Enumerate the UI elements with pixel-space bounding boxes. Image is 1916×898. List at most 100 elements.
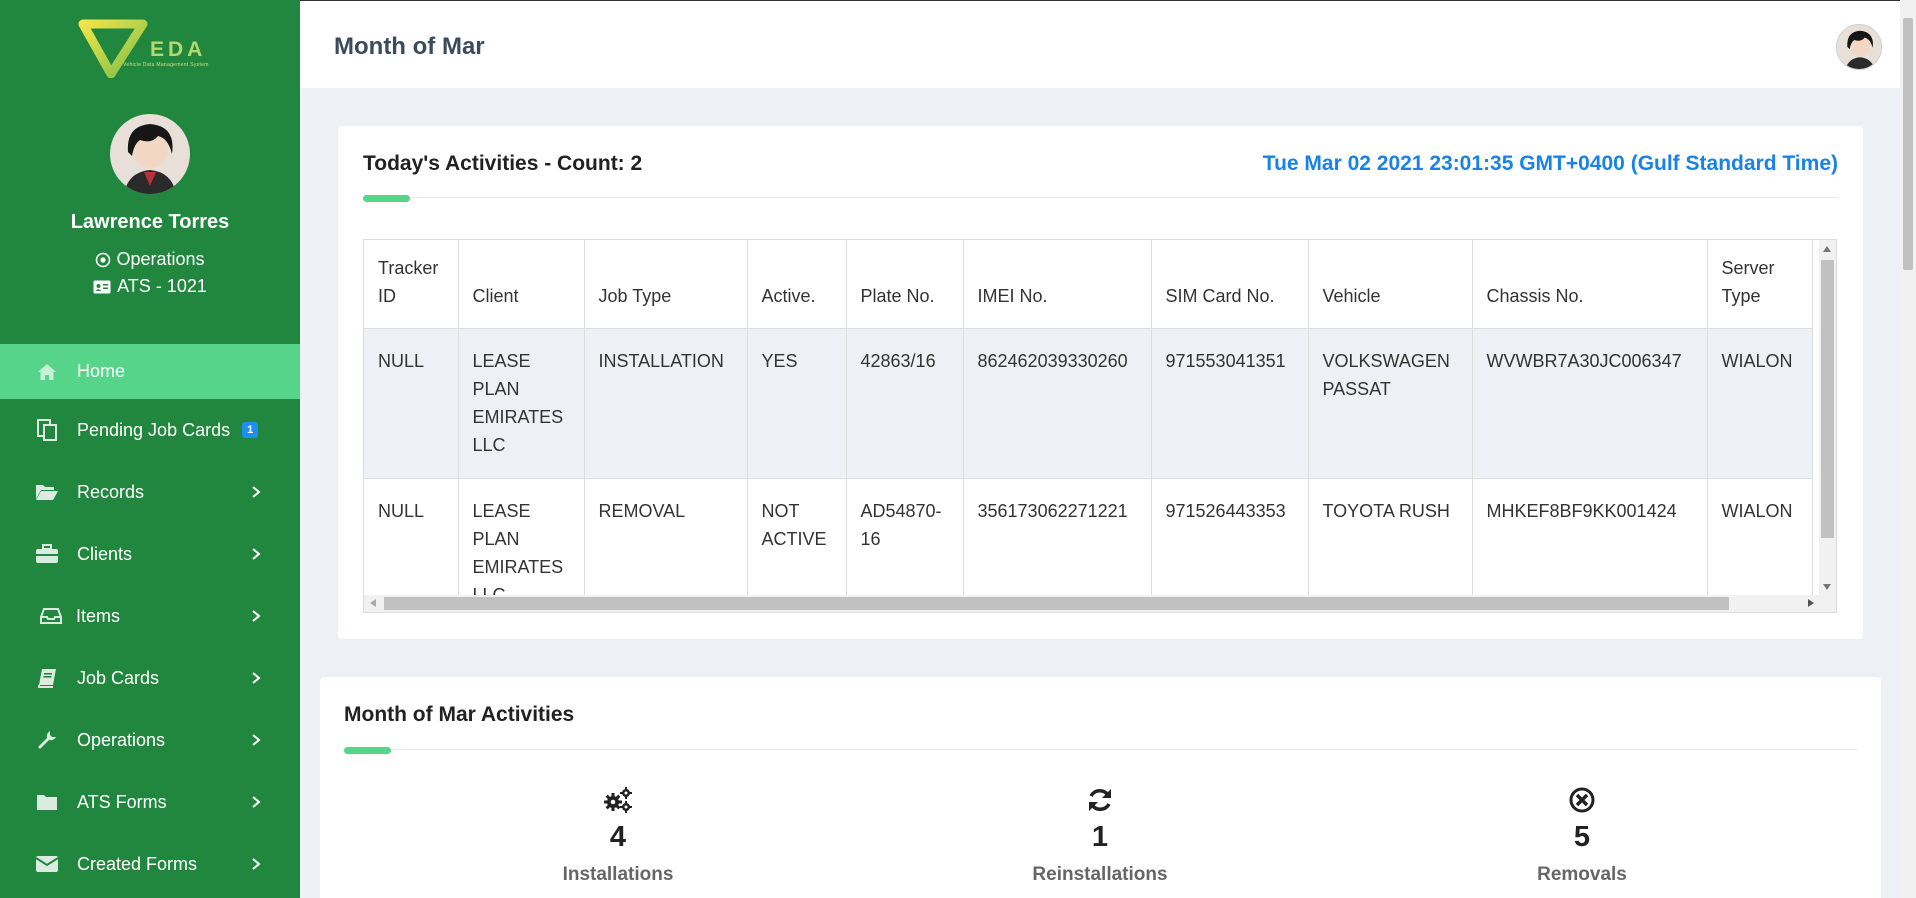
- pending-count-badge: 1: [242, 422, 259, 438]
- sidebar-item-records[interactable]: Records: [0, 461, 300, 523]
- scrollbar-thumb[interactable]: [1903, 18, 1913, 270]
- table-horizontal-scrollbar[interactable]: [364, 595, 1836, 612]
- sidebar-item-operations[interactable]: Operations: [0, 709, 300, 771]
- table-cell: WIALON: [1707, 328, 1813, 479]
- scroll-up-arrow-icon[interactable]: [1823, 246, 1831, 252]
- sidebar-item-label: Records: [77, 481, 145, 502]
- sync-icon: [950, 785, 1250, 815]
- user-id: ATS - 1021: [0, 276, 300, 297]
- chevron-right-icon: [252, 486, 261, 498]
- table-cell: MHKEF8BF9KK001424: [1472, 478, 1708, 612]
- sidebar-item-clients[interactable]: Clients: [0, 523, 300, 585]
- activities-table-container[interactable]: Tracker ID Client Job Type Active. Plate…: [363, 239, 1837, 613]
- user-id-label: ATS - 1021: [117, 276, 207, 296]
- user-profile: Lawrence Torres Operations ATS - 1021: [0, 90, 300, 345]
- column-header[interactable]: SIM Card No.: [1151, 240, 1309, 329]
- table-vertical-scrollbar[interactable]: [1819, 240, 1836, 596]
- sidebar-item-ats-forms[interactable]: ATS Forms: [0, 771, 300, 833]
- column-header[interactable]: Active.: [747, 240, 847, 329]
- table-cell: NULL: [364, 328, 459, 479]
- inbox-icon: [38, 604, 64, 628]
- table-row[interactable]: NULL LEASE PLAN EMIRATES LLC REMOVAL NOT…: [364, 478, 1813, 612]
- user-role-label: Operations: [116, 249, 205, 269]
- sidebar-item-home[interactable]: Home: [0, 344, 300, 399]
- page-scrollbar[interactable]: [1900, 0, 1916, 898]
- removals-label: Removals: [1537, 864, 1627, 885]
- id-card-icon: [93, 280, 111, 293]
- book-icon: [34, 666, 60, 690]
- scrollbar-thumb[interactable]: [384, 597, 1729, 610]
- reinstallations-count: 1: [1091, 821, 1109, 853]
- table-cell: REMOVAL: [584, 478, 748, 612]
- column-header[interactable]: Chassis No.: [1472, 240, 1708, 329]
- month-activities-card: Month of Mar Activities 4 Installations …: [320, 677, 1881, 898]
- activities-table: Tracker ID Client Job Type Active. Plate…: [364, 240, 1813, 612]
- table-cell: LEASE PLAN EMIRATES LLC: [458, 478, 585, 612]
- table-cell: 42863/16: [846, 328, 964, 479]
- column-header[interactable]: Job Type: [584, 240, 748, 329]
- sidebar-item-label: Clients: [77, 543, 133, 564]
- divider: [363, 197, 1838, 198]
- installations-count: 4: [609, 821, 627, 853]
- chevron-right-icon: [252, 548, 261, 560]
- sidebar: EDA Vehicle Data Management System Lawre…: [0, 0, 300, 898]
- chevron-right-icon: [252, 796, 261, 808]
- column-header[interactable]: Client: [458, 240, 585, 329]
- header-avatar[interactable]: [1836, 24, 1882, 70]
- scroll-down-arrow-icon[interactable]: [1823, 584, 1831, 590]
- stat-reinstallations: 1 Reinstallations: [950, 785, 1250, 886]
- scroll-left-arrow-icon[interactable]: [370, 599, 376, 607]
- logo-tagline: Vehicle Data Management System: [123, 62, 209, 68]
- cogs-icon: [468, 785, 768, 815]
- accent-bar: [363, 195, 410, 202]
- sidebar-item-job-cards[interactable]: Job Cards: [0, 647, 300, 709]
- column-header[interactable]: Tracker ID: [364, 240, 459, 329]
- installations-label: Installations: [562, 864, 674, 885]
- table-cell: WVWBR7A30JC006347: [1472, 328, 1708, 479]
- column-header[interactable]: Plate No.: [846, 240, 964, 329]
- scroll-right-arrow-icon[interactable]: [1808, 599, 1814, 607]
- chevron-right-icon: [252, 672, 261, 684]
- sidebar-item-items[interactable]: Items: [0, 585, 300, 647]
- table-cell: AD54870-16: [846, 478, 964, 612]
- removals-count: 5: [1573, 821, 1591, 853]
- chevron-right-icon: [252, 610, 261, 622]
- chevron-right-icon: [252, 858, 261, 870]
- brand-logo[interactable]: EDA Vehicle Data Management System: [0, 0, 300, 90]
- sidebar-item-label: Pending Job Cards: [77, 419, 231, 440]
- sidebar-item-created-forms[interactable]: Created Forms: [0, 833, 300, 895]
- sidebar-nav: Home Pending Job Cards 1 Records Clients: [0, 344, 300, 895]
- table-cell: NOT ACTIVE: [747, 478, 847, 612]
- divider: [344, 749, 1857, 750]
- chevron-right-icon: [252, 734, 261, 746]
- table-cell: WIALON: [1707, 478, 1813, 612]
- column-header[interactable]: Server Type: [1707, 240, 1813, 329]
- sidebar-item-label: Operations: [77, 729, 166, 750]
- user-name: Lawrence Torres: [70, 211, 230, 233]
- envelope-icon: [34, 852, 60, 876]
- column-header[interactable]: Vehicle: [1308, 240, 1473, 329]
- table-cell: YES: [747, 328, 847, 479]
- briefcase-icon: [34, 542, 60, 566]
- sidebar-item-label: Created Forms: [77, 853, 198, 874]
- sidebar-item-label: ATS Forms: [77, 791, 167, 812]
- table-cell: NULL: [364, 478, 459, 612]
- home-icon: [34, 360, 60, 384]
- folder-open-icon: [34, 480, 60, 504]
- table-row[interactable]: NULL LEASE PLAN EMIRATES LLC INSTALLATIO…: [364, 328, 1813, 479]
- todays-activities-title: Today's Activities - Count: 2: [363, 152, 643, 175]
- table-cell: 356173062271221: [963, 478, 1152, 612]
- avatar[interactable]: [110, 114, 190, 194]
- reinstallations-label: Reinstallations: [1032, 864, 1168, 885]
- table-cell: TOYOTA RUSH: [1308, 478, 1473, 612]
- scrollbar-thumb[interactable]: [1821, 260, 1834, 538]
- page-title: Month of Mar: [334, 33, 485, 60]
- sidebar-item-pending-job-cards[interactable]: Pending Job Cards 1: [0, 399, 300, 461]
- user-role: Operations: [0, 249, 300, 270]
- stat-removals: 5 Removals: [1432, 785, 1732, 886]
- table-cell: 971553041351: [1151, 328, 1309, 479]
- dot-circle-icon: [96, 252, 111, 267]
- column-header[interactable]: IMEI No.: [963, 240, 1152, 329]
- table-cell: INSTALLATION: [584, 328, 748, 479]
- table-cell: 971526443353: [1151, 478, 1309, 612]
